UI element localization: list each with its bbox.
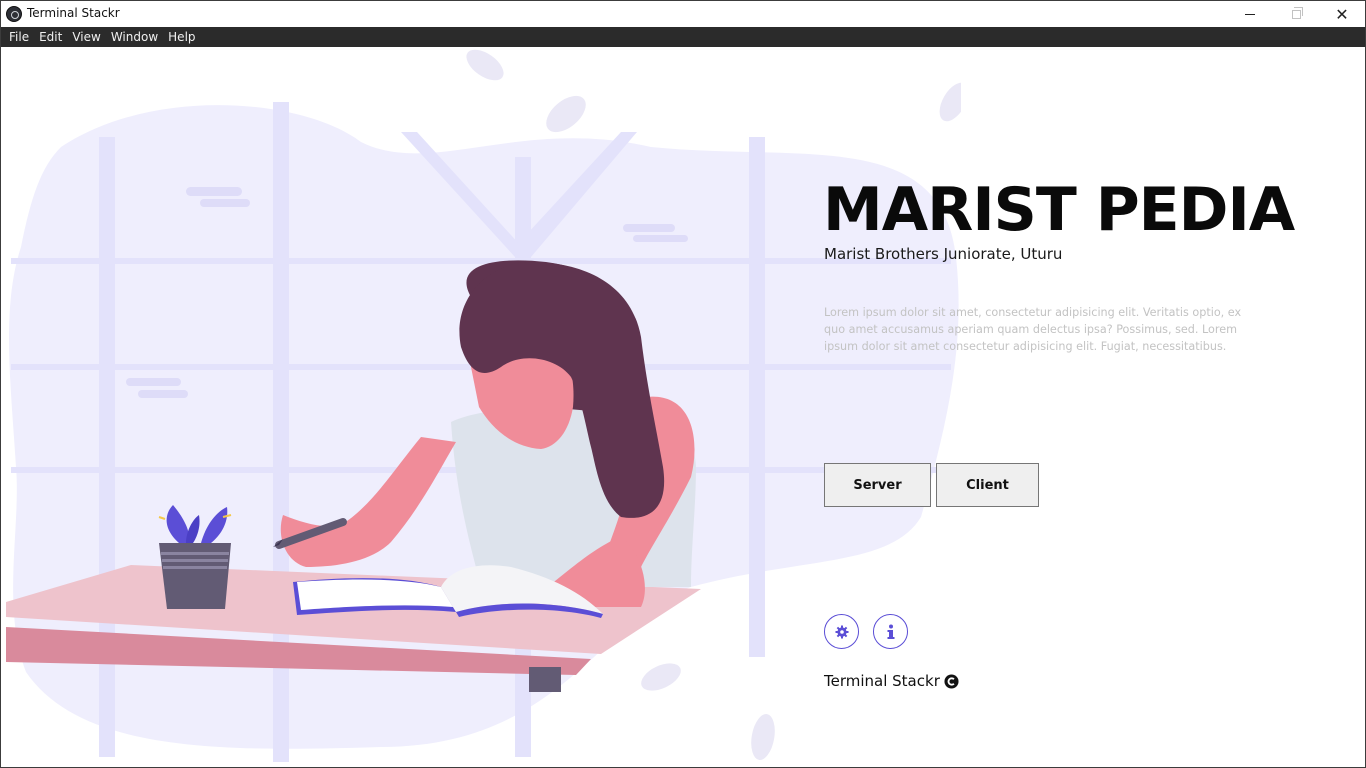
server-button[interactable]: Server — [824, 463, 931, 507]
maximize-button[interactable] — [1273, 1, 1319, 27]
app-icon — [6, 6, 22, 22]
minimize-icon — [1245, 13, 1255, 15]
menu-edit[interactable]: Edit — [34, 27, 67, 47]
menu-window[interactable]: Window — [106, 27, 163, 47]
main-content: MARIST PEDIA Marist Brothers Juniorate, … — [1, 47, 1365, 767]
page-description: Lorem ipsum dolor sit amet, consectetur … — [824, 306, 1242, 353]
gear-icon — [835, 625, 848, 638]
client-button[interactable]: Client — [936, 463, 1039, 507]
footer-brand-label: Terminal Stackr — [824, 672, 940, 690]
title-bar[interactable]: Terminal Stackr ✕ — [1, 1, 1365, 27]
page-title: MARIST PEDIA — [823, 175, 1295, 245]
plant-pot — [158, 505, 232, 609]
app-window: Terminal Stackr ✕ File Edit View Window … — [0, 0, 1366, 768]
info-button[interactable] — [873, 614, 908, 649]
menu-file[interactable]: File — [4, 27, 34, 47]
minimize-button[interactable] — [1227, 1, 1273, 27]
maximize-icon — [1291, 6, 1303, 19]
window-title: Terminal Stackr — [27, 6, 120, 20]
copyright-icon — [944, 673, 959, 689]
info-icon — [887, 624, 894, 639]
menu-bar: File Edit View Window Help — [1, 27, 1365, 47]
close-button[interactable]: ✕ — [1319, 1, 1365, 27]
menu-help[interactable]: Help — [163, 27, 200, 47]
page-subtitle: Marist Brothers Juniorate, Uturu — [824, 245, 1063, 263]
woman-writing-illustration — [6, 48, 961, 762]
menu-view[interactable]: View — [67, 27, 105, 47]
footer-brand: Terminal Stackr — [824, 672, 959, 690]
settings-button[interactable] — [824, 614, 859, 649]
close-icon: ✕ — [1335, 4, 1349, 24]
